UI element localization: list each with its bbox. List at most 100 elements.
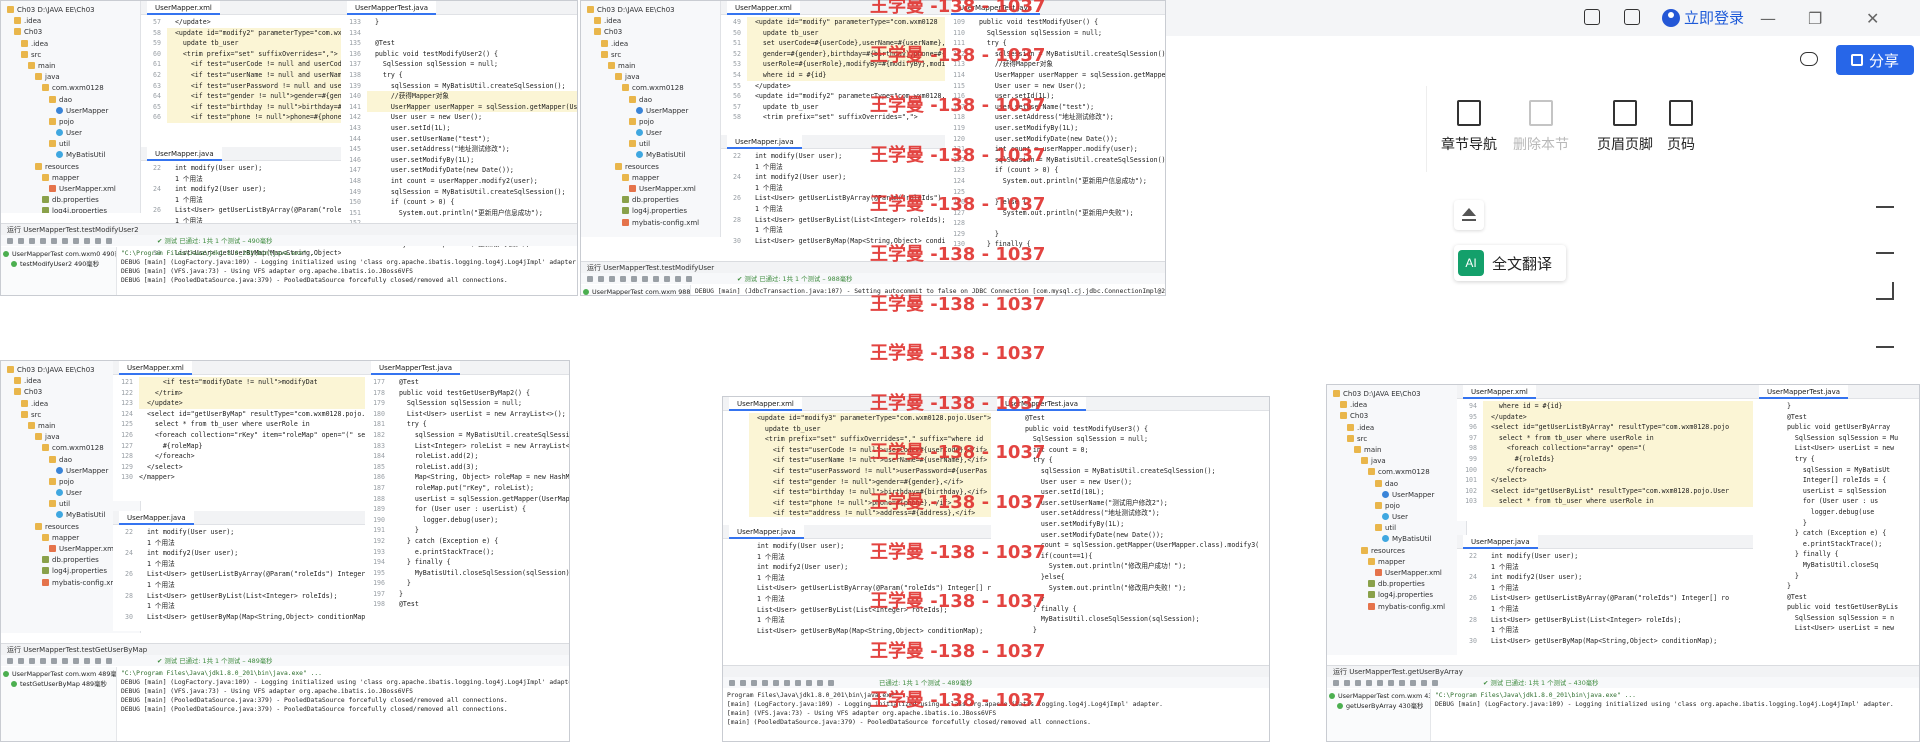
tree-item[interactable]: .idea — [583, 16, 718, 27]
run-tool-icon[interactable] — [1421, 679, 1427, 686]
run-tool-icon[interactable] — [84, 237, 90, 244]
tree-item[interactable]: User — [1329, 512, 1464, 523]
tree-item[interactable]: mybatis-config.xml — [1329, 602, 1464, 613]
editor-tab[interactable]: UserMapper.xml — [119, 361, 192, 375]
run-tool-icon[interactable] — [73, 237, 79, 244]
run-tool-icon[interactable] — [18, 657, 24, 664]
run-tool-icon[interactable] — [686, 275, 692, 282]
tree-item[interactable]: mapper — [3, 173, 138, 184]
collapse-panel-icon[interactable] — [1454, 200, 1484, 230]
tree-item[interactable]: MyBatisUtil — [583, 150, 718, 161]
tree-item[interactable]: main — [1329, 445, 1464, 456]
tree-item[interactable]: .idea — [1329, 400, 1464, 411]
run-tool-icon[interactable] — [1388, 679, 1394, 686]
code-editor[interactable]: 49 <update id="modify" parameterType="co… — [721, 15, 945, 123]
tree-item[interactable]: log4j.properties — [583, 206, 718, 217]
cloud-upload-icon[interactable] — [1800, 52, 1818, 66]
minimize-icon[interactable]: — — [1760, 9, 1776, 28]
code-editor[interactable]: @Test public void testModifyUser3() { Sq… — [991, 411, 1269, 635]
code-editor[interactable]: 57 </update> 58 <update id="modify2" para… — [141, 15, 341, 123]
run-tool-icon[interactable] — [7, 657, 13, 664]
run-tool-icon[interactable] — [1355, 679, 1361, 686]
login-button[interactable]: 立即登录 — [1662, 7, 1744, 28]
tree-item[interactable]: pojo — [583, 117, 718, 128]
tree-item[interactable]: src — [3, 50, 138, 61]
tree-item[interactable]: java — [3, 72, 138, 83]
tree-item[interactable]: resources — [3, 162, 138, 173]
tree-item[interactable]: resources — [1329, 546, 1464, 557]
restore-icon[interactable]: ❐ — [1808, 9, 1822, 28]
tree-item[interactable]: resources — [583, 162, 718, 173]
run-tool-icon[interactable] — [7, 237, 13, 244]
tree-item[interactable]: Ch03 D:\JAVA EE\Ch03 — [3, 5, 138, 16]
window-icon[interactable] — [1584, 9, 1600, 25]
run-tool-icon[interactable] — [609, 275, 615, 282]
chapter-nav-button[interactable]: 章节导航 — [1441, 100, 1497, 154]
editor-tab[interactable]: UserMapper.java — [147, 147, 222, 161]
run-tool-icon[interactable] — [29, 657, 35, 664]
editor-tab[interactable]: UserMapperTest.java — [347, 1, 437, 15]
code-editor[interactable]: 121 <if test="modifyDate != null">modify… — [113, 375, 365, 483]
tree-item[interactable]: util — [583, 139, 718, 150]
tree-item[interactable]: com.wxm0128 — [583, 83, 718, 94]
run-tool-icon[interactable] — [828, 679, 834, 686]
tree-item[interactable]: util — [1329, 523, 1464, 534]
console-output[interactable]: DEBUG [main] (JdbcTransaction.java:107) … — [691, 285, 1165, 295]
editor-tab[interactable]: UserMapper.java — [727, 135, 802, 149]
run-tool-icon[interactable] — [675, 275, 681, 282]
run-tool-icon[interactable] — [664, 275, 670, 282]
run-tool-icon[interactable] — [795, 679, 801, 686]
code-editor[interactable]: 94 where id = #{id} 95 </update> 96 <selec… — [1457, 399, 1753, 507]
tree-item[interactable]: .idea — [1329, 423, 1464, 434]
editor-tab[interactable]: UserMapper.java — [729, 525, 804, 539]
run-tool-icon[interactable] — [1333, 679, 1339, 686]
run-tool-icon[interactable] — [73, 657, 79, 664]
tree-item[interactable]: src — [1329, 434, 1464, 445]
run-tool-icon[interactable] — [62, 657, 68, 664]
tree-item[interactable]: com.wxm0128 — [1329, 467, 1464, 478]
tree-item[interactable]: log4j.properties — [1329, 590, 1464, 601]
tree-item[interactable]: db.properties — [3, 195, 138, 206]
tree-item[interactable]: Ch03 — [583, 27, 718, 38]
run-tool-icon[interactable] — [762, 679, 768, 686]
run-tool-icon[interactable] — [62, 237, 68, 244]
test-result-item[interactable]: UserMapperTest com.wxm 430毫秒 — [1329, 691, 1430, 701]
tree-item[interactable]: dao — [583, 95, 718, 106]
tree-item[interactable]: util — [3, 139, 138, 150]
code-editor[interactable]: 22 int modify(User user); 1 个用法 24 int mo… — [113, 525, 365, 622]
tree-item[interactable]: Ch03 D:\JAVA EE\Ch03 — [583, 5, 718, 16]
tree-item[interactable]: java — [1329, 456, 1464, 467]
tree-item[interactable]: mybatis-config.xml — [583, 218, 718, 229]
tree-item[interactable]: log4j.properties — [3, 206, 138, 213]
editor-tab[interactable]: UserMapper.xml — [1463, 385, 1536, 399]
tree-item[interactable]: .idea — [3, 39, 138, 50]
tree-item[interactable]: java — [583, 72, 718, 83]
run-tool-icon[interactable] — [51, 657, 57, 664]
tree-item[interactable]: UserMapper — [3, 106, 138, 117]
tree-item[interactable]: pojo — [1329, 501, 1464, 512]
run-tool-icon[interactable] — [40, 657, 46, 664]
run-tool-icon[interactable] — [773, 679, 779, 686]
console-output[interactable]: "C:\Program Files\Java\jdk1.8.0_201\bin\… — [117, 667, 569, 741]
editor-tab[interactable]: UserMapperTest.java — [1759, 385, 1849, 399]
run-tool-icon[interactable] — [18, 237, 24, 244]
tree-item[interactable]: UserMapper.xml — [583, 184, 718, 195]
run-tool-icon[interactable] — [1344, 679, 1350, 686]
tree-item[interactable]: MyBatisUtil — [3, 150, 138, 161]
sliders-icon[interactable] — [1876, 330, 1894, 348]
tree-item[interactable]: db.properties — [583, 195, 718, 206]
run-tool-icon[interactable] — [620, 275, 626, 282]
run-tool-icon[interactable] — [817, 679, 823, 686]
tree-item[interactable]: Ch03 D:\JAVA EE\Ch03 — [1329, 389, 1464, 400]
code-editor[interactable]: } @Test public void getUserByArray SqlSe… — [1753, 399, 1919, 634]
run-tool-icon[interactable] — [1377, 679, 1383, 686]
editor-tab[interactable]: UserMapper.java — [119, 511, 194, 525]
run-tool-icon[interactable] — [95, 237, 101, 244]
console-output[interactable]: "C:\Program Files\Java\jdk1.8.0_201\bin\… — [117, 247, 577, 295]
code-editor[interactable]: <update id="modify3" parameterType="com.… — [723, 411, 991, 517]
pen-icon[interactable] — [1876, 236, 1894, 254]
tree-item[interactable]: MyBatisUtil — [1329, 534, 1464, 545]
page-number-button[interactable]: 页码 — [1667, 100, 1695, 154]
test-result-item[interactable]: UserMapperTest com.wxm 988毫秒 — [583, 287, 690, 295]
close-icon[interactable]: ✕ — [1866, 9, 1879, 28]
